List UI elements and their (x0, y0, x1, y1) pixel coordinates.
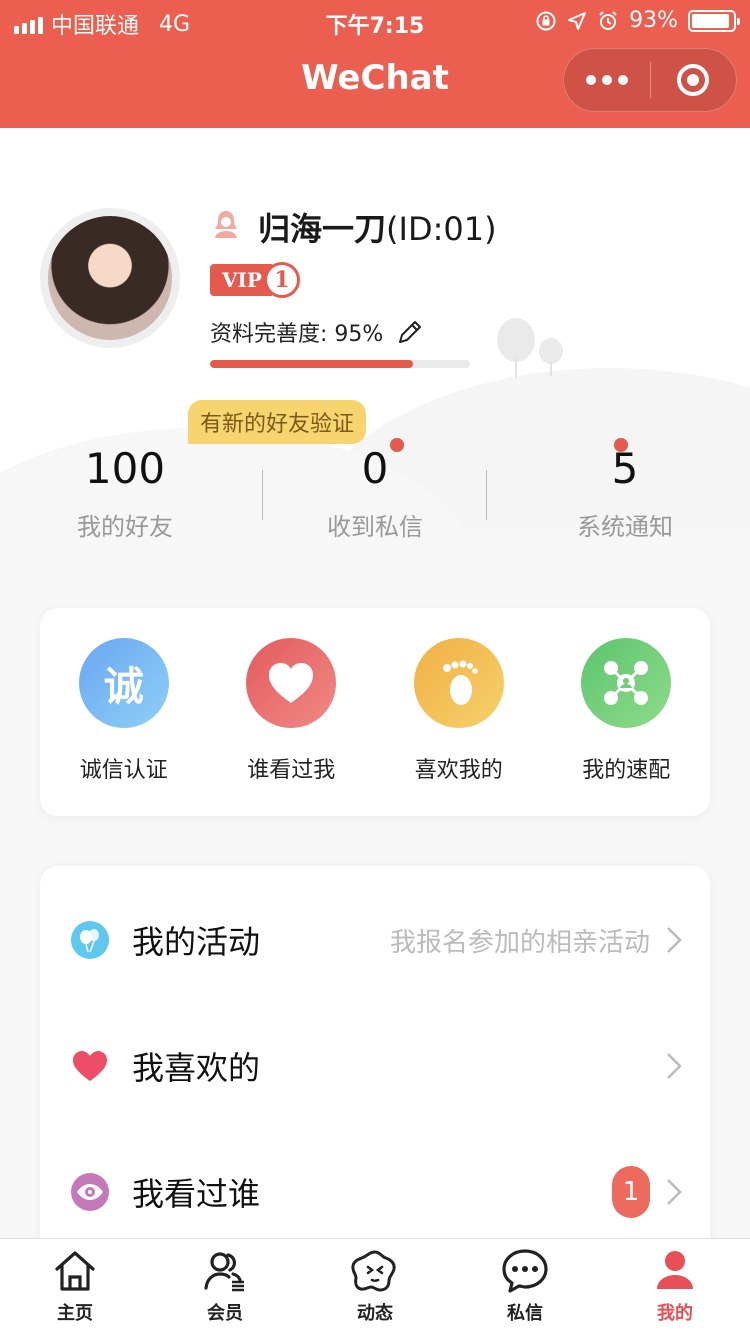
edit-icon[interactable] (395, 317, 425, 347)
menu-list: 我的活动 我报名参加的相亲活动 我喜欢的 我看过谁 1 (40, 866, 710, 1286)
footprint-icon (413, 638, 504, 728)
heart-icon (246, 638, 337, 728)
stat-value: 5 (611, 444, 639, 493)
close-mini-program-button[interactable] (651, 62, 737, 98)
divider (262, 470, 263, 520)
profile-section: 归海一刀(ID:01) VIP 1 资料完善度: 95% 有新的好友验证 100… (0, 128, 750, 588)
chevron-right-icon (667, 1179, 682, 1205)
menu-title: 我的活动 (132, 923, 261, 961)
verify-icon: 诚 (78, 638, 169, 728)
chevron-right-icon (667, 1053, 682, 1079)
menu-subtitle: 我报名参加的相亲活动 (389, 927, 650, 958)
battery-percent: 93% (629, 8, 678, 33)
chevron-right-icon (667, 927, 682, 953)
stat-notifications[interactable]: 5 系统通知 (500, 438, 750, 558)
battery-icon (688, 9, 740, 32)
completion-progress-bar (210, 360, 470, 368)
completion-value: 95% (334, 322, 384, 347)
tab-label: 我的 (657, 1303, 693, 1324)
stat-label: 收到私信 (327, 513, 423, 541)
stat-friends[interactable]: 100 我的好友 (0, 438, 250, 558)
username-text: 归海一刀 (258, 210, 387, 248)
menu-item-activities[interactable]: 我的活动 我报名参加的相亲活动 (40, 880, 710, 1000)
avatar[interactable] (40, 208, 180, 348)
tab-messages[interactable]: 私信 (450, 1239, 600, 1334)
action-label: 诚信认证 (79, 758, 168, 783)
action-liked-me[interactable]: 喜欢我的 (375, 608, 543, 816)
tab-bar: 主页 会员 动态 私信 我的 (0, 1238, 750, 1334)
tab-label: 主页 (57, 1303, 93, 1324)
menu-title: 我喜欢的 (132, 1049, 261, 1087)
action-label: 喜欢我的 (414, 758, 503, 783)
profile-completion: 资料完善度: 95% (210, 316, 425, 348)
vip-label: VIP (210, 264, 272, 296)
target-icon (677, 64, 710, 96)
tab-label: 私信 (507, 1303, 543, 1324)
tab-label: 会员 (207, 1303, 243, 1324)
stat-value: 0 (361, 444, 389, 493)
match-icon (581, 638, 672, 728)
stat-value: 100 (84, 444, 166, 493)
action-verify[interactable]: 诚 诚信认证 (40, 608, 208, 816)
menu-item-viewed[interactable]: 我看过谁 1 (40, 1132, 710, 1252)
action-label: 我的速配 (582, 758, 671, 783)
tab-moments[interactable]: 动态 (300, 1239, 450, 1334)
more-menu-button[interactable] (564, 75, 650, 85)
vip-level: 1 (263, 262, 300, 298)
tab-profile[interactable]: 我的 (600, 1239, 750, 1334)
stat-label: 我的好友 (77, 513, 173, 541)
location-icon (568, 11, 587, 30)
tab-label: 动态 (357, 1303, 393, 1324)
home-icon (49, 1245, 101, 1297)
tab-members[interactable]: 会员 (150, 1239, 300, 1334)
eye-icon (70, 1172, 110, 1212)
status-bar: 中国联通 4G 下午7:15 93% (0, 0, 750, 40)
chat-icon (499, 1245, 551, 1297)
balloon-icon (70, 920, 110, 960)
top-bar: 中国联通 4G 下午7:15 93% WeChat (0, 0, 750, 128)
mini-program-capsule (563, 48, 737, 112)
tab-home[interactable]: 主页 (0, 1239, 150, 1334)
username: 归海一刀(ID:01) (258, 204, 497, 250)
moments-icon (349, 1245, 401, 1297)
alarm-icon (599, 10, 617, 30)
completion-label: 资料完善度: (210, 322, 328, 347)
stat-messages[interactable]: 0 收到私信 (250, 438, 500, 558)
user-id: (ID:01) (386, 210, 497, 248)
action-visitors[interactable]: 谁看过我 (208, 608, 376, 816)
divider (486, 470, 487, 520)
members-icon (199, 1245, 251, 1297)
orientation-lock-icon (536, 11, 556, 30)
profile-icon (649, 1245, 701, 1297)
menu-title: 我看过谁 (132, 1175, 261, 1213)
stats-row: 100 我的好友 0 收到私信 5 系统通知 (0, 438, 750, 558)
unread-dot (390, 438, 404, 452)
unread-dot (614, 438, 628, 452)
action-match[interactable]: 我的速配 (543, 608, 711, 816)
female-icon (215, 211, 237, 238)
count-badge: 1 (612, 1166, 650, 1218)
quick-actions-card: 诚 诚信认证 谁看过我 喜欢我的 我的速配 (40, 608, 710, 816)
verify-glyph: 诚 (103, 663, 144, 710)
heart-icon (70, 1046, 110, 1086)
action-label: 谁看过我 (247, 758, 336, 783)
stat-label: 系统通知 (577, 513, 673, 541)
menu-item-liked[interactable]: 我喜欢的 (40, 1006, 710, 1126)
vip-badge[interactable]: VIP 1 (210, 262, 300, 298)
